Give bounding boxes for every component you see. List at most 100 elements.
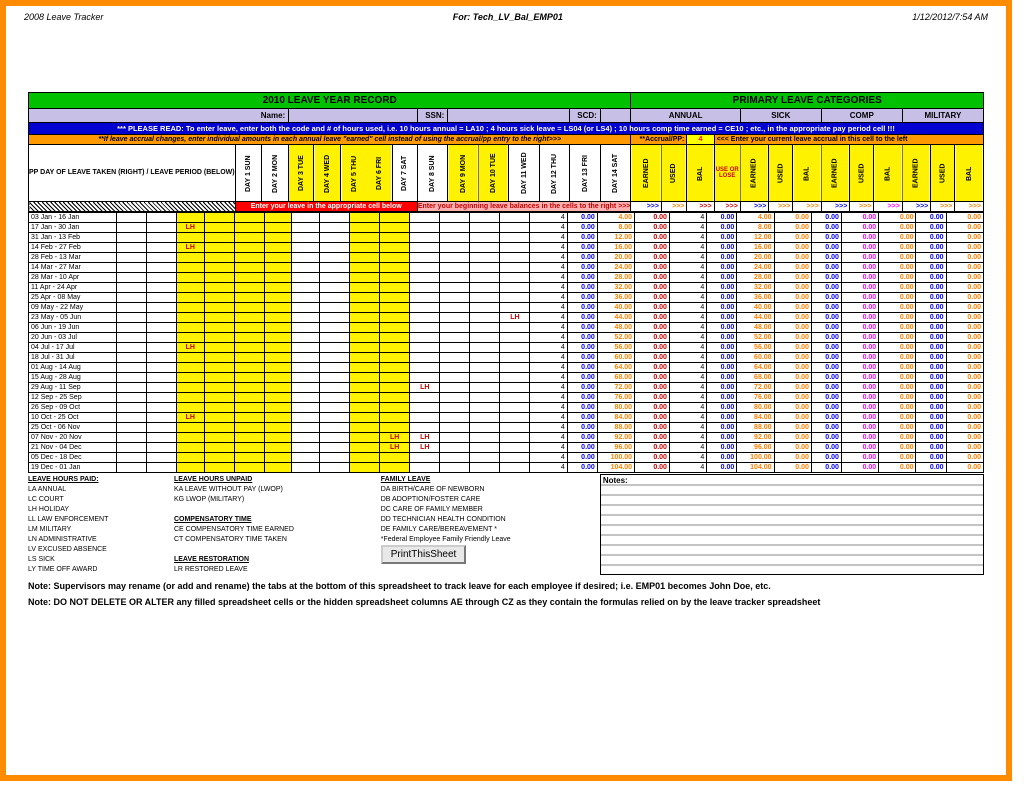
cell-0-12[interactable] [470, 213, 500, 223]
cell-11-6[interactable] [292, 323, 320, 333]
cell-22-4[interactable] [234, 433, 264, 443]
cell-20-9[interactable] [380, 413, 410, 423]
cell-12-12[interactable] [470, 333, 500, 343]
cell-16-7[interactable] [320, 373, 350, 383]
cell-15-2[interactable] [176, 363, 204, 373]
cell-6-0[interactable] [116, 273, 146, 283]
cell-3-0[interactable] [116, 243, 146, 253]
cell-3-1[interactable] [146, 243, 176, 253]
cell-13-3[interactable] [204, 343, 234, 353]
cell-13-7[interactable] [320, 343, 350, 353]
cell-20-7[interactable] [320, 413, 350, 423]
cell-10-12[interactable] [470, 313, 500, 323]
cell-19-0[interactable] [116, 403, 146, 413]
cell-25-5[interactable] [264, 463, 292, 473]
cell-2-8[interactable] [350, 233, 380, 243]
cell-11-2[interactable] [176, 323, 204, 333]
cell-22-3[interactable] [204, 433, 234, 443]
cell-6-1[interactable] [146, 273, 176, 283]
cell-23-13[interactable] [500, 443, 530, 453]
cell-3-9[interactable] [380, 243, 410, 253]
cell-2-13[interactable] [500, 233, 530, 243]
cell-22-12[interactable] [470, 433, 500, 443]
name-field[interactable] [289, 109, 418, 123]
cell-17-3[interactable] [204, 383, 234, 393]
cell-16-5[interactable] [264, 373, 292, 383]
cell-19-8[interactable] [350, 403, 380, 413]
cell-9-5[interactable] [264, 303, 292, 313]
cell-18-4[interactable] [234, 393, 264, 403]
cell-0-13[interactable] [500, 213, 530, 223]
cell-5-6[interactable] [292, 263, 320, 273]
cell-16-1[interactable] [146, 373, 176, 383]
cell-20-10[interactable] [410, 413, 440, 423]
cell-17-9[interactable] [380, 383, 410, 393]
cell-13-13[interactable] [500, 343, 530, 353]
cell-14-8[interactable] [350, 353, 380, 363]
cell-3-2[interactable]: LH [176, 243, 204, 253]
cell-2-7[interactable] [320, 233, 350, 243]
cell-18-7[interactable] [320, 393, 350, 403]
cell-25-9[interactable] [380, 463, 410, 473]
cell-5-1[interactable] [146, 263, 176, 273]
cell-9-7[interactable] [320, 303, 350, 313]
notes-box[interactable]: Notes: [600, 475, 983, 575]
scd-field[interactable] [600, 109, 631, 123]
cell-7-7[interactable] [320, 283, 350, 293]
cell-12-6[interactable] [292, 333, 320, 343]
cell-21-10[interactable] [410, 423, 440, 433]
cell-7-4[interactable] [234, 283, 264, 293]
cell-20-12[interactable] [470, 413, 500, 423]
cell-21-13[interactable] [500, 423, 530, 433]
cell-2-6[interactable] [292, 233, 320, 243]
cell-3-4[interactable] [234, 243, 264, 253]
cell-23-10[interactable]: LH [410, 443, 440, 453]
cell-14-0[interactable] [116, 353, 146, 363]
cell-9-3[interactable] [204, 303, 234, 313]
cell-23-2[interactable] [176, 443, 204, 453]
cell-10-4[interactable] [234, 313, 264, 323]
cell-11-7[interactable] [320, 323, 350, 333]
cell-7-5[interactable] [264, 283, 292, 293]
cell-2-10[interactable] [410, 233, 440, 243]
cell-9-2[interactable] [176, 303, 204, 313]
cell-16-11[interactable] [440, 373, 470, 383]
cell-22-5[interactable] [264, 433, 292, 443]
cell-2-11[interactable] [440, 233, 470, 243]
cell-7-1[interactable] [146, 283, 176, 293]
cell-18-8[interactable] [350, 393, 380, 403]
cell-24-2[interactable] [176, 453, 204, 463]
cell-15-9[interactable] [380, 363, 410, 373]
cell-3-3[interactable] [204, 243, 234, 253]
cell-9-8[interactable] [350, 303, 380, 313]
cell-14-12[interactable] [470, 353, 500, 363]
cell-19-5[interactable] [264, 403, 292, 413]
cell-1-3[interactable] [204, 223, 234, 233]
cell-18-6[interactable] [292, 393, 320, 403]
cell-6-13[interactable] [500, 273, 530, 283]
cell-5-5[interactable] [264, 263, 292, 273]
cell-19-11[interactable] [440, 403, 470, 413]
cell-6-3[interactable] [204, 273, 234, 283]
cell-25-3[interactable] [204, 463, 234, 473]
cell-10-0[interactable] [116, 313, 146, 323]
cell-13-2[interactable]: LH [176, 343, 204, 353]
cell-17-0[interactable] [116, 383, 146, 393]
cell-0-1[interactable] [146, 213, 176, 223]
cell-15-4[interactable] [234, 363, 264, 373]
cell-23-11[interactable] [440, 443, 470, 453]
cell-19-9[interactable] [380, 403, 410, 413]
cell-11-3[interactable] [204, 323, 234, 333]
cell-25-12[interactable] [470, 463, 500, 473]
cell-4-1[interactable] [146, 253, 176, 263]
cell-14-3[interactable] [204, 353, 234, 363]
cell-15-13[interactable] [500, 363, 530, 373]
cell-9-10[interactable] [410, 303, 440, 313]
cell-5-2[interactable] [176, 263, 204, 273]
cell-20-4[interactable] [234, 413, 264, 423]
cell-16-2[interactable] [176, 373, 204, 383]
cell-10-10[interactable] [410, 313, 440, 323]
cell-18-2[interactable] [176, 393, 204, 403]
cell-22-2[interactable] [176, 433, 204, 443]
cell-14-1[interactable] [146, 353, 176, 363]
